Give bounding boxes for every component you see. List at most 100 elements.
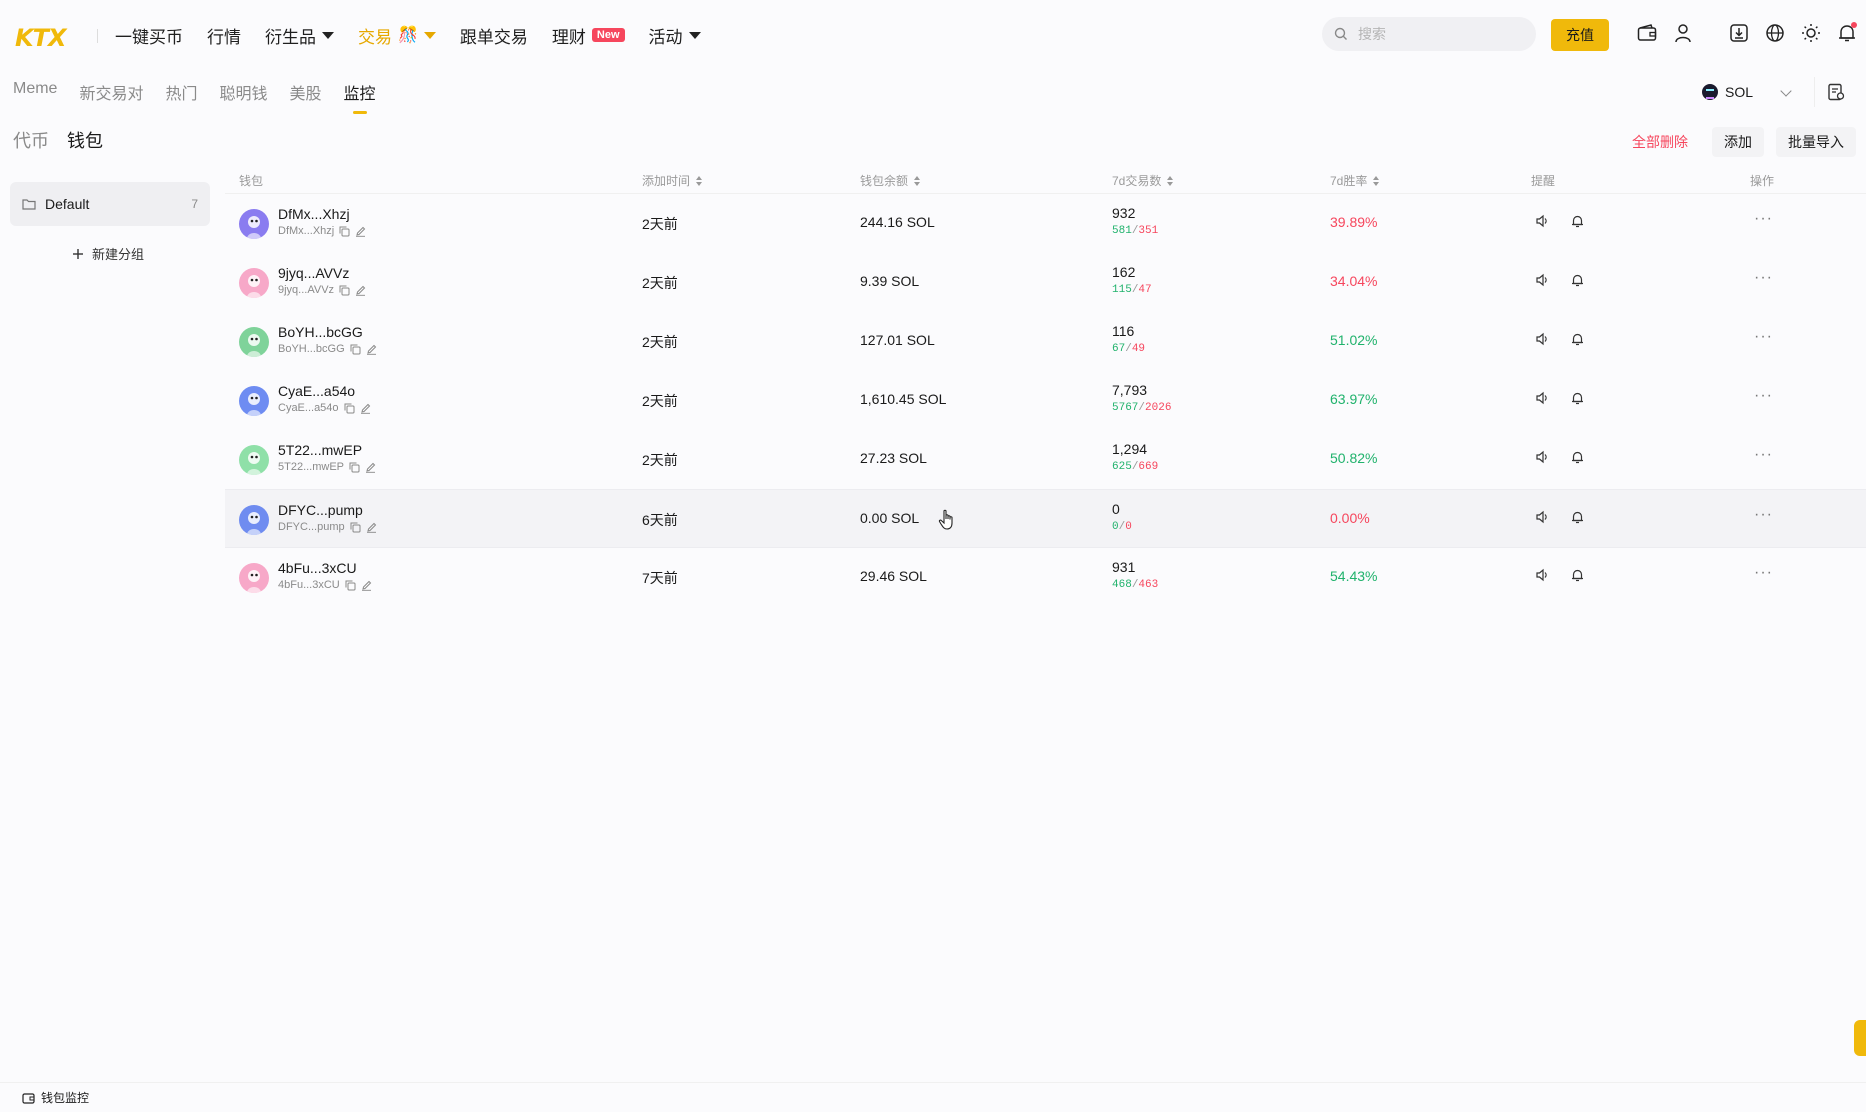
bell-alert-icon[interactable] bbox=[1571, 273, 1584, 290]
footer-bar: 钱包监控 bbox=[0, 1082, 1866, 1112]
subtab-0[interactable]: Meme bbox=[13, 80, 57, 110]
nav-item-2[interactable]: 衍生品 bbox=[265, 23, 334, 48]
wallet-name[interactable]: 4bFu...3xCU bbox=[278, 560, 357, 576]
table-row[interactable]: DFYC...pump DFYC...pump 6天前 0.00 SOL 0 0/0 0.0… bbox=[225, 489, 1866, 548]
bell-alert-icon[interactable] bbox=[1571, 450, 1584, 467]
download-icon[interactable] bbox=[1728, 22, 1750, 44]
copy-icon[interactable] bbox=[349, 462, 360, 473]
copy-icon[interactable] bbox=[350, 344, 361, 355]
nav-item-5[interactable]: 理财 New bbox=[552, 23, 625, 48]
sound-alert-icon[interactable] bbox=[1535, 391, 1549, 408]
subtab-3[interactable]: 聪明钱 bbox=[219, 80, 267, 110]
edit-icon[interactable] bbox=[365, 462, 376, 473]
wallet-name[interactable]: DFYC...pump bbox=[278, 502, 363, 518]
search-box[interactable] bbox=[1322, 17, 1536, 51]
subtab-2[interactable]: 热门 bbox=[165, 80, 197, 110]
header-added-time[interactable]: 添加时间 bbox=[642, 172, 703, 189]
bell-alert-icon[interactable] bbox=[1571, 510, 1584, 527]
more-options-icon[interactable]: ··· bbox=[1754, 564, 1773, 582]
table-row[interactable]: 5T22...mwEP 5T22...mwEP 2天前 27.23 SOL 1,294 6… bbox=[225, 430, 1866, 489]
deposit-button[interactable]: 充值 bbox=[1551, 19, 1609, 51]
header-alert: 提醒 bbox=[1531, 174, 1556, 188]
wallet-address: 9jyq...AVVz bbox=[278, 284, 366, 296]
header-tx-7d[interactable]: 7d交易数 bbox=[1112, 172, 1174, 189]
nav-item-4[interactable]: 跟单交易 bbox=[460, 23, 528, 48]
bulk-import-button[interactable]: 批量导入 bbox=[1776, 127, 1856, 157]
bell-alert-icon[interactable] bbox=[1571, 568, 1584, 585]
subtab-5[interactable]: 监控 bbox=[344, 80, 376, 114]
table-row[interactable]: DfMx...Xhzj DfMx...Xhzj 2天前 244.16 SOL 932 58… bbox=[225, 194, 1866, 253]
more-options-icon[interactable]: ··· bbox=[1754, 506, 1773, 524]
more-options-icon[interactable]: ··· bbox=[1754, 269, 1773, 287]
edit-icon[interactable] bbox=[366, 344, 377, 355]
sound-alert-icon[interactable] bbox=[1535, 273, 1549, 290]
edit-icon[interactable] bbox=[355, 226, 366, 237]
wallet-name[interactable]: CyaE...a54o bbox=[278, 383, 355, 399]
copy-icon[interactable] bbox=[350, 522, 361, 533]
edit-icon[interactable] bbox=[355, 285, 366, 296]
table-row[interactable]: CyaE...a54o CyaE...a54o 2天前 1,610.45 SOL 7,7… bbox=[225, 371, 1866, 430]
tx-count: 1,294 bbox=[1112, 441, 1148, 457]
side-drawer-handle[interactable] bbox=[1854, 1020, 1866, 1056]
wallet-name[interactable]: BoYH...bcGG bbox=[278, 324, 363, 340]
sound-alert-icon[interactable] bbox=[1535, 214, 1549, 231]
bell-alert-icon[interactable] bbox=[1571, 214, 1584, 231]
header-balance[interactable]: 钱包余额 bbox=[860, 172, 921, 189]
more-options-icon[interactable]: ··· bbox=[1754, 328, 1773, 346]
section-tab-1[interactable]: 钱包 bbox=[67, 127, 103, 153]
nav-item-0[interactable]: 一键买币 bbox=[115, 23, 183, 48]
table-header: 钱包 添加时间 钱包余额 7d交易数 7d胜率 提醒 操作 bbox=[225, 166, 1866, 194]
wallet-icon[interactable] bbox=[1636, 22, 1658, 44]
top-icons bbox=[1636, 22, 1858, 44]
nav-item-1[interactable]: 行情 bbox=[207, 23, 241, 48]
group-default[interactable]: Default 7 bbox=[10, 182, 210, 226]
user-icon[interactable] bbox=[1672, 22, 1694, 44]
edit-icon[interactable] bbox=[360, 403, 371, 414]
wallet-address-text: DfMx...Xhzj bbox=[278, 225, 335, 237]
sound-alert-icon[interactable] bbox=[1535, 450, 1549, 467]
copy-icon[interactable] bbox=[345, 580, 356, 591]
chain-selector[interactable]: SOL bbox=[1690, 77, 1798, 107]
wallet-name[interactable]: 9jyq...AVVz bbox=[278, 265, 349, 281]
subtab-1[interactable]: 新交易对 bbox=[79, 80, 143, 110]
copy-icon[interactable] bbox=[339, 285, 350, 296]
footer-label[interactable]: 钱包监控 bbox=[41, 1089, 89, 1106]
search-input[interactable] bbox=[1358, 26, 1508, 42]
more-options-icon[interactable]: ··· bbox=[1754, 210, 1773, 228]
bell-alert-icon[interactable] bbox=[1571, 391, 1584, 408]
nav-item-3[interactable]: 交易 🎊 bbox=[358, 23, 436, 48]
table-row[interactable]: 4bFu...3xCU 4bFu...3xCU 7天前 29.46 SOL 931 468… bbox=[225, 548, 1866, 607]
copy-icon[interactable] bbox=[339, 226, 350, 237]
add-button[interactable]: 添加 bbox=[1712, 127, 1764, 157]
table-row[interactable]: 9jyq...AVVz 9jyq...AVVz 2天前 9.39 SOL 162 115/… bbox=[225, 253, 1866, 312]
logo[interactable]: KTX bbox=[15, 24, 73, 52]
bell-alert-icon[interactable] bbox=[1571, 332, 1584, 349]
group-count: 7 bbox=[191, 197, 198, 211]
theme-sun-icon[interactable] bbox=[1800, 22, 1822, 44]
section-tab-0[interactable]: 代币 bbox=[13, 127, 49, 153]
edit-icon[interactable] bbox=[366, 522, 377, 533]
copy-icon[interactable] bbox=[344, 403, 355, 414]
nav-item-label: 活动 bbox=[648, 27, 683, 47]
more-options-icon[interactable]: ··· bbox=[1754, 446, 1773, 464]
wallet-name[interactable]: 5T22...mwEP bbox=[278, 442, 362, 458]
subtab-4[interactable]: 美股 bbox=[290, 80, 322, 110]
caret-down-icon bbox=[423, 31, 436, 39]
header-winrate-7d[interactable]: 7d胜率 bbox=[1330, 172, 1380, 189]
more-options-icon[interactable]: ··· bbox=[1754, 387, 1773, 405]
table-row[interactable]: BoYH...bcGG BoYH...bcGG 2天前 127.01 SOL 116 67… bbox=[225, 312, 1866, 371]
edit-icon[interactable] bbox=[361, 580, 372, 591]
wallet-address: 5T22...mwEP bbox=[278, 461, 376, 473]
notification-bell-icon[interactable] bbox=[1836, 22, 1858, 44]
new-group-button[interactable]: 新建分组 bbox=[72, 244, 144, 263]
wallet-name[interactable]: DfMx...Xhzj bbox=[278, 206, 350, 222]
wallet-address-text: DFYC...pump bbox=[278, 521, 345, 533]
sound-alert-icon[interactable] bbox=[1535, 332, 1549, 349]
settings-list-button[interactable] bbox=[1814, 77, 1856, 107]
delete-all-button[interactable]: 全部删除 bbox=[1632, 132, 1688, 152]
sound-alert-icon[interactable] bbox=[1535, 510, 1549, 527]
globe-icon[interactable] bbox=[1764, 22, 1786, 44]
sound-alert-icon[interactable] bbox=[1535, 568, 1549, 585]
folder-icon bbox=[22, 199, 36, 210]
nav-item-6[interactable]: 活动 bbox=[649, 23, 701, 48]
